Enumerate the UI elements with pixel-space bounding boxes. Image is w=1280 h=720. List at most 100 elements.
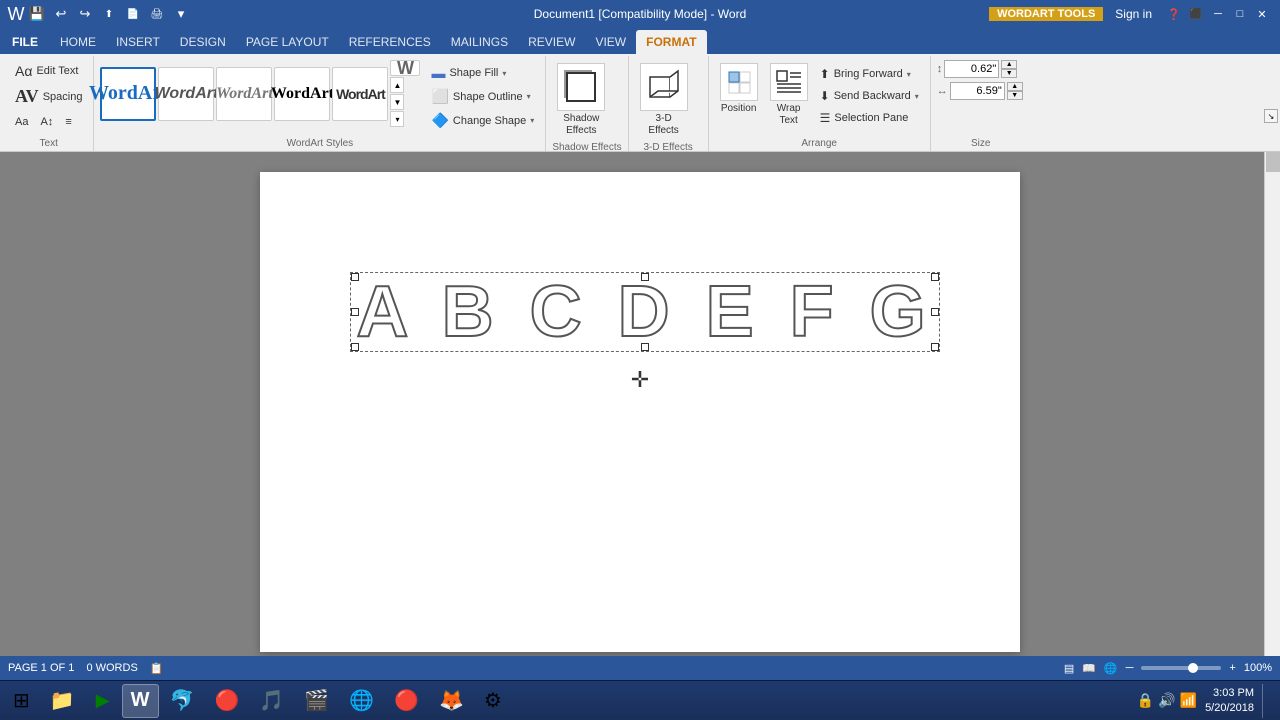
vlc-btn[interactable]: 🎵	[250, 684, 293, 718]
print-btn[interactable]: 🖨	[146, 3, 168, 25]
wordart-scroll-up[interactable]: ▲	[390, 77, 404, 93]
handle-middle-left[interactable]	[351, 308, 359, 316]
wordart-text: A B C D E F G	[356, 276, 933, 348]
print-preview-btn[interactable]: 📄	[122, 3, 144, 25]
size-expand-btn[interactable]: ↘	[1264, 109, 1278, 123]
shadow-effects-btn[interactable]: Shadow Effects	[552, 60, 610, 140]
vertical-text-btn[interactable]: A↕	[35, 113, 58, 131]
windows-icon: ⊞	[13, 688, 30, 713]
wordart-object[interactable]: A B C D E F G	[350, 272, 940, 352]
sign-in-btn[interactable]: Sign in	[1115, 7, 1152, 21]
maximize-btn[interactable]: □	[1230, 4, 1250, 24]
height-input[interactable]	[944, 60, 999, 78]
chrome-icon: 🌐	[349, 688, 374, 713]
arrange-group-label: Arrange	[715, 136, 924, 149]
tab-review[interactable]: REVIEW	[518, 30, 585, 54]
dolphin-btn[interactable]: 🐬	[161, 684, 204, 718]
shape-fill-btn[interactable]: ▬ Shape Fill ▾	[426, 62, 539, 84]
bring-forward-icon: ⬆	[820, 67, 830, 81]
close-btn[interactable]: ✕	[1252, 4, 1272, 24]
tab-mailings[interactable]: MAILINGS	[441, 30, 518, 54]
threed-effects-btn[interactable]: 3-D Effects	[635, 60, 693, 140]
start-btn[interactable]: ⊞	[4, 684, 39, 718]
handle-bottom-right[interactable]	[931, 343, 939, 351]
ribbon-tabs-row: FILE HOME INSERT DESIGN PAGE LAYOUT REFE…	[0, 28, 1280, 54]
video-btn[interactable]: 🎬	[295, 684, 338, 718]
bring-forward-btn[interactable]: ⬆ Bring Forward ▾	[815, 64, 924, 84]
width-spin-up[interactable]: ▲	[1007, 82, 1023, 91]
wordart-style-w[interactable]: W	[390, 60, 420, 76]
vertical-scrollbar[interactable]	[1264, 152, 1280, 656]
zoom-out-btn[interactable]: ─	[1126, 662, 1134, 674]
zoom-in-btn[interactable]: +	[1229, 662, 1235, 674]
windows-media-btn[interactable]: ▶	[86, 684, 120, 718]
edit-text-btn[interactable]: Aα Edit Text	[10, 60, 87, 82]
height-spin-up[interactable]: ▲	[1001, 60, 1017, 69]
taskbar-time[interactable]: 3:03 PM 5/20/2018	[1205, 686, 1254, 715]
send-backward-arrow: ▾	[915, 92, 919, 101]
handle-top-left[interactable]	[351, 273, 359, 281]
wordart-style-3[interactable]: WordArt	[216, 67, 272, 121]
tab-insert[interactable]: INSERT	[106, 30, 170, 54]
wordart-scroll-more[interactable]: ▾	[390, 111, 404, 127]
handle-top-middle[interactable]	[641, 273, 649, 281]
handle-middle-right[interactable]	[931, 308, 939, 316]
align-text-btn[interactable]: ≡	[60, 113, 76, 131]
app11-btn[interactable]: ⚙	[475, 684, 511, 718]
view-web-btn[interactable]: 🌐	[1104, 662, 1118, 675]
show-desktop-btn[interactable]	[1262, 684, 1268, 718]
app9-btn[interactable]: 🔴	[385, 684, 428, 718]
width-input[interactable]	[950, 82, 1005, 100]
firefox-btn[interactable]: 🦊	[430, 684, 473, 718]
width-spin-down[interactable]: ▼	[1007, 91, 1023, 100]
wordart-style-4[interactable]: WordArt	[274, 67, 330, 121]
zoom-slider[interactable]	[1141, 666, 1221, 670]
word-taskbar-btn[interactable]: W	[122, 684, 159, 718]
threed-effects-icon	[640, 63, 688, 111]
wordart-scroll-down[interactable]: ▼	[390, 94, 404, 110]
minimize-btn[interactable]: ─	[1208, 4, 1228, 24]
wordart-style-2[interactable]: WordArt	[158, 67, 214, 121]
wordart-style-5[interactable]: WordArt	[332, 67, 388, 121]
width-icon: ↔	[937, 85, 948, 97]
spacing-btn[interactable]: AV Spacing	[10, 83, 87, 110]
zoom-level[interactable]: 100%	[1244, 662, 1272, 674]
view-normal-btn[interactable]: ▤	[1064, 662, 1074, 675]
customize-btn[interactable]: ▾	[170, 3, 192, 25]
wordart-scroll: W ▲ ▼ ▾	[390, 60, 420, 127]
tab-references[interactable]: REFERENCES	[339, 30, 441, 54]
handle-bottom-left[interactable]	[351, 343, 359, 351]
send-backward-btn[interactable]: ⬇ Send Backward ▾	[815, 86, 924, 106]
tab-home[interactable]: HOME	[50, 30, 106, 54]
redo-btn[interactable]: ↪	[74, 3, 96, 25]
accessibility-icon[interactable]: 📋	[150, 662, 164, 675]
selection-pane-btn[interactable]: ☰ Selection Pane	[815, 108, 924, 128]
quick-access-toolbar: W 💾 ↩ ↪ ⬆ 📄 🖨 ▾	[8, 3, 192, 25]
tab-page-layout[interactable]: PAGE LAYOUT	[236, 30, 339, 54]
up-btn[interactable]: ⬆	[98, 3, 120, 25]
app5-btn[interactable]: 🔴	[205, 684, 248, 718]
help-btn[interactable]: ❓	[1164, 4, 1184, 24]
undo-btn[interactable]: ↩	[50, 3, 72, 25]
tab-file[interactable]: FILE	[0, 30, 50, 54]
change-shape-btn[interactable]: 🔷 Change Shape ▾	[426, 109, 539, 132]
position-btn[interactable]: Position	[715, 60, 763, 118]
handle-bottom-middle[interactable]	[641, 343, 649, 351]
chrome-btn[interactable]: 🌐	[340, 684, 383, 718]
wordart-style-1[interactable]: WordArt	[100, 67, 156, 121]
scrollbar-thumb[interactable]	[1266, 152, 1280, 172]
shape-outline-btn[interactable]: ⬜ Shape Outline ▾	[426, 85, 539, 108]
wrap-text-btn[interactable]: Wrap Text	[765, 60, 813, 130]
tab-format[interactable]: FORMAT	[636, 30, 706, 54]
ribbon-display-btn[interactable]: ⬛	[1186, 4, 1206, 24]
height-spin-down[interactable]: ▼	[1001, 69, 1017, 78]
handle-top-right[interactable]	[931, 273, 939, 281]
even-height-btn[interactable]: Aa	[10, 113, 33, 131]
tab-design[interactable]: DESIGN	[170, 30, 236, 54]
save-btn[interactable]: 💾	[26, 3, 48, 25]
file-explorer-btn[interactable]: 📁	[41, 684, 84, 718]
view-reading-btn[interactable]: 📖	[1082, 662, 1096, 675]
video-icon: 🎬	[304, 688, 329, 713]
app5-icon: 🔴	[214, 688, 239, 713]
tab-view[interactable]: VIEW	[585, 30, 636, 54]
